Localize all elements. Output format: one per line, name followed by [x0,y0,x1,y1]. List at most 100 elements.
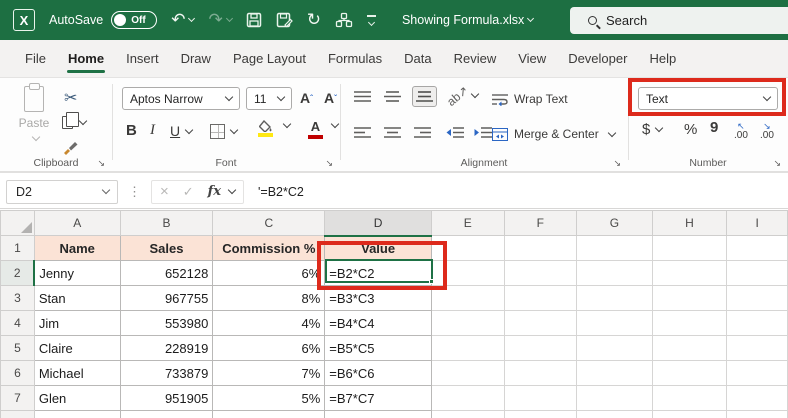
name-box[interactable]: D2 [6,180,118,204]
cell-F6[interactable] [504,361,577,386]
sync-icon[interactable]: ↻ [307,10,321,30]
cell-C6[interactable]: 7% [213,361,325,386]
cut-button[interactable]: ✂ [64,88,77,108]
col-header-g[interactable]: G [577,211,653,236]
cell-I5[interactable] [727,336,788,361]
cell-G7[interactable] [577,386,653,411]
row-header-6[interactable]: 6 [1,361,35,386]
cell-G5[interactable] [577,336,653,361]
cell-H5[interactable] [652,336,727,361]
tab-review[interactable]: Review [443,42,508,75]
cell-B6[interactable]: 733879 [120,361,213,386]
cell-I6[interactable] [727,361,788,386]
font-color-dropdown[interactable] [328,124,338,127]
name-box-chevron-icon[interactable] [102,186,110,194]
excel-logo-icon[interactable]: X [13,9,35,31]
alignment-dialog-launcher-icon[interactable]: ↘ [613,158,621,169]
decrease-indent-button[interactable] [446,126,464,139]
cell-G6[interactable] [577,361,653,386]
tab-developer[interactable]: Developer [557,42,638,75]
cell-D7[interactable]: =B7*C7 [325,386,432,411]
cell-A4[interactable]: Jim [34,311,120,336]
document-title-chevron-icon[interactable] [527,15,534,22]
increase-decimal-button[interactable]: ↖.00 [734,122,748,140]
cell-H2[interactable] [652,261,727,286]
font-size-combo[interactable]: 11 [246,87,292,110]
cell-E6[interactable] [431,361,504,386]
clipboard-dialog-launcher-icon[interactable]: ↘ [97,158,105,169]
cell-H1[interactable] [652,236,727,261]
cell-E4[interactable] [431,311,504,336]
percent-style-button[interactable]: % [684,121,697,138]
cell-A8[interactable]: Mark [34,411,120,418]
align-left-button[interactable] [354,126,371,139]
cell-H4[interactable] [652,311,727,336]
cell-E8[interactable] [431,411,504,418]
save-as-icon[interactable] [276,12,293,28]
cell-A1[interactable]: Name [34,236,120,261]
tab-insert[interactable]: Insert [115,42,170,75]
share-people-icon[interactable] [335,12,353,28]
cell-I1[interactable] [727,236,788,261]
document-title[interactable]: Showing Formula.xlsx [402,13,524,27]
cell-H8[interactable] [652,411,727,418]
cell-C4[interactable]: 4% [213,311,325,336]
cell-H7[interactable] [652,386,727,411]
col-header-a[interactable]: A [34,211,120,236]
col-header-i[interactable]: I [727,211,788,236]
grow-font-button[interactable]: Aˆ [300,90,313,106]
tab-data[interactable]: Data [393,42,442,75]
cell-C7[interactable]: 5% [213,386,325,411]
cell-A6[interactable]: Michael [34,361,120,386]
cell-F7[interactable] [504,386,577,411]
formula-input[interactable]: '=B2*C2 [258,185,304,199]
fill-color-button[interactable] [258,120,273,137]
orientation-dropdown[interactable] [468,94,478,97]
cell-A7[interactable]: Glen [34,386,120,411]
cell-B2[interactable]: 652128 [120,261,213,286]
col-header-h[interactable]: H [652,211,727,236]
row-header-7[interactable]: 7 [1,386,35,411]
fx-chevron-icon[interactable] [228,186,236,194]
cell-D4[interactable]: =B4*C4 [325,311,432,336]
autosave-toggle[interactable]: Off [111,11,157,29]
cell-C2[interactable]: 6% [213,261,325,286]
cell-F8[interactable] [504,411,577,418]
col-header-e[interactable]: E [431,211,504,236]
tab-page-layout[interactable]: Page Layout [222,42,317,75]
quick-access-overflow-icon[interactable] [367,15,376,25]
shrink-font-button[interactable]: Aˇ [324,90,337,106]
italic-button[interactable]: I [150,122,155,139]
select-all-corner[interactable] [1,211,35,236]
tab-formulas[interactable]: Formulas [317,42,393,75]
tab-file[interactable]: File [14,42,57,75]
number-dialog-launcher-icon[interactable]: ↘ [773,158,781,169]
currency-format-button[interactable]: $ [642,121,662,138]
tab-home[interactable]: Home [57,42,115,75]
col-header-c[interactable]: C [213,211,325,236]
search-box[interactable]: Search [570,7,788,34]
fill-color-dropdown[interactable] [280,124,290,127]
redo-button[interactable]: ↷ [208,10,231,30]
copy-button[interactable] [62,116,86,129]
cell-F4[interactable] [504,311,577,336]
cell-B4[interactable]: 553980 [120,311,213,336]
row-header-3[interactable]: 3 [1,286,35,311]
row-header-5[interactable]: 5 [1,336,35,361]
wrap-text-button[interactable]: Wrap Text [492,92,568,106]
font-dialog-launcher-icon[interactable]: ↘ [325,158,333,169]
cell-A3[interactable]: Stan [34,286,120,311]
font-color-button[interactable]: A [308,119,323,139]
cell-B3[interactable]: 967755 [120,286,213,311]
row-header-2[interactable]: 2 [1,261,35,286]
cell-G3[interactable] [577,286,653,311]
col-header-b[interactable]: B [120,211,213,236]
formula-bar-grip-icon[interactable]: ⋮ [128,184,141,200]
cell-A2[interactable]: Jenny [34,261,120,286]
col-header-f[interactable]: F [504,211,577,236]
cell-F2[interactable] [504,261,577,286]
cell-G1[interactable] [577,236,653,261]
save-icon[interactable] [246,12,262,28]
col-header-d[interactable]: D [325,211,432,236]
cell-H6[interactable] [652,361,727,386]
